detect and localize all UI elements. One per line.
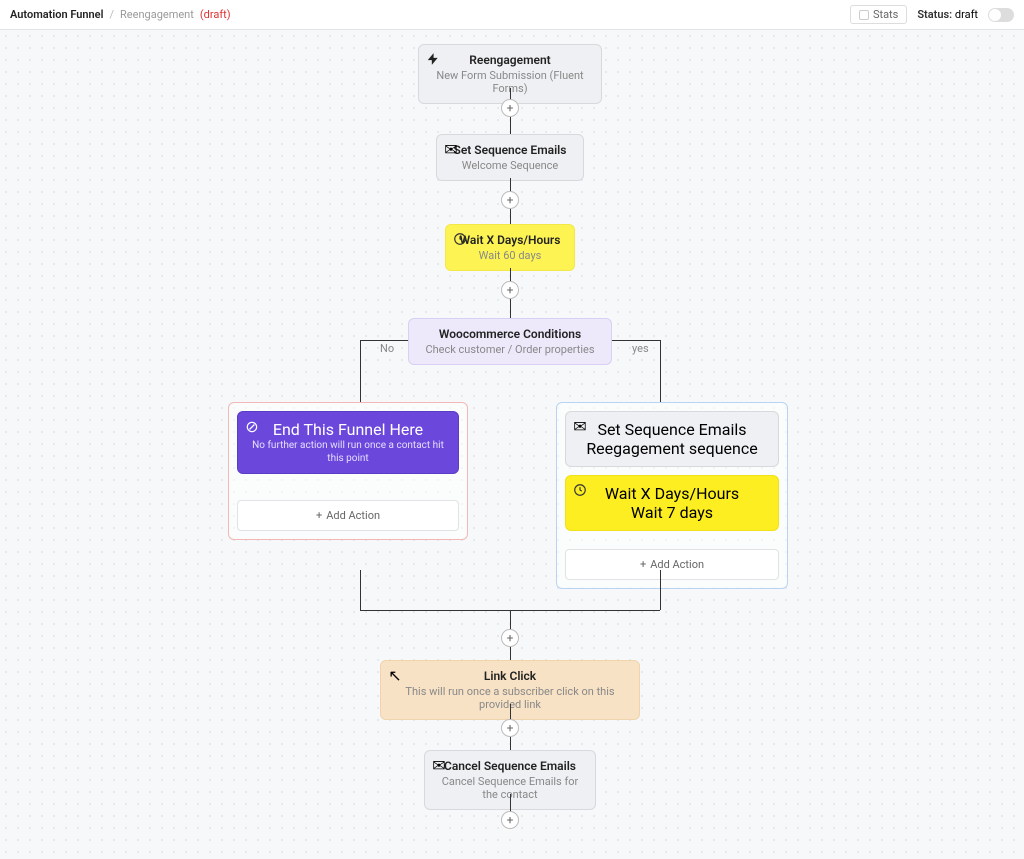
seq1-sub: Welcome Sequence xyxy=(447,159,573,172)
cond-sub: Check customer / Order properties xyxy=(419,343,601,356)
wait1-sub: Wait 60 days xyxy=(456,249,564,262)
add-step-button[interactable]: + xyxy=(501,281,519,299)
connector xyxy=(360,570,361,610)
sequence-node[interactable]: ✉ Set Sequence Emails Welcome Sequence xyxy=(436,134,584,181)
cursor-icon: ↖ xyxy=(387,667,403,683)
status-toggle[interactable] xyxy=(988,8,1014,22)
draft-tag: (draft) xyxy=(200,8,231,21)
stop-icon: ⊘ xyxy=(244,418,260,434)
end-funnel-node[interactable]: ⊘ End This Funnel Here No further action… xyxy=(237,411,459,474)
breadcrumb-sep: / xyxy=(109,8,114,21)
yes-label: yes xyxy=(632,342,649,355)
add-step-button[interactable]: + xyxy=(501,99,519,117)
end-sub: No further action will run once a contac… xyxy=(248,439,448,465)
seq1-title: Set Sequence Emails xyxy=(447,143,573,157)
connector xyxy=(612,340,660,341)
add-action-button[interactable]: + Add Action xyxy=(565,549,779,580)
add-step-button[interactable]: + xyxy=(501,629,519,647)
yes-seq-title: Set Sequence Emails xyxy=(576,420,768,439)
connector xyxy=(360,340,408,341)
connector xyxy=(660,340,661,402)
wait1-title: Wait X Days/Hours xyxy=(456,233,564,247)
stats-label: Stats xyxy=(873,8,898,21)
plus-icon: + xyxy=(640,558,646,571)
add-action-label: Add Action xyxy=(326,509,380,522)
bolt-icon xyxy=(425,51,441,67)
clock-icon xyxy=(572,482,588,498)
cancel-title: Cancel Sequence Emails xyxy=(435,759,585,773)
add-step-button[interactable]: + xyxy=(501,719,519,737)
email-icon: ✉ xyxy=(443,141,459,157)
add-action-button[interactable]: + Add Action xyxy=(237,500,459,531)
cancel-email-icon: ✉ xyxy=(431,757,447,773)
no-label: No xyxy=(380,342,394,355)
connector xyxy=(360,340,361,402)
condition-node[interactable]: Woocommerce Conditions Check customer / … xyxy=(408,318,612,365)
add-step-button[interactable]: + xyxy=(501,191,519,209)
yes-seq-sub: Reegagement sequence xyxy=(576,439,768,458)
connector xyxy=(660,570,661,610)
add-step-button[interactable]: + xyxy=(501,811,519,829)
yes-wait-sub: Wait 7 days xyxy=(576,503,768,522)
funnel-canvas[interactable]: Reengagement New Form Submission (Fluent… xyxy=(0,30,1024,859)
clock-icon xyxy=(452,231,468,247)
breadcrumb-root[interactable]: Automation Funnel xyxy=(10,8,103,21)
yes-seq-node[interactable]: ✉ Set Sequence Emails Reegagement sequen… xyxy=(565,411,779,467)
link-title: Link Click xyxy=(391,669,629,683)
trigger-title: Reengagement xyxy=(429,53,591,67)
cond-title: Woocommerce Conditions xyxy=(419,327,601,341)
add-action-label: Add Action xyxy=(650,558,704,571)
funnel-name: Reengagement xyxy=(120,8,194,21)
stats-toggle-button[interactable]: Stats xyxy=(850,5,907,24)
status-label: Status: draft xyxy=(917,8,978,21)
plus-icon: + xyxy=(316,509,322,522)
stats-checkbox-icon xyxy=(859,10,869,20)
no-branch-container: ⊘ End This Funnel Here No further action… xyxy=(228,402,468,540)
yes-wait-title: Wait X Days/Hours xyxy=(576,484,768,503)
yes-branch-container: ✉ Set Sequence Emails Reegagement sequen… xyxy=(556,402,788,589)
yes-wait-node[interactable]: Wait X Days/Hours Wait 7 days xyxy=(565,475,779,531)
end-title: End This Funnel Here xyxy=(248,420,448,439)
email-icon: ✉ xyxy=(572,418,588,434)
breadcrumb: Automation Funnel / Reengagement (draft) xyxy=(10,8,231,21)
wait-node[interactable]: Wait X Days/Hours Wait 60 days xyxy=(445,224,575,271)
